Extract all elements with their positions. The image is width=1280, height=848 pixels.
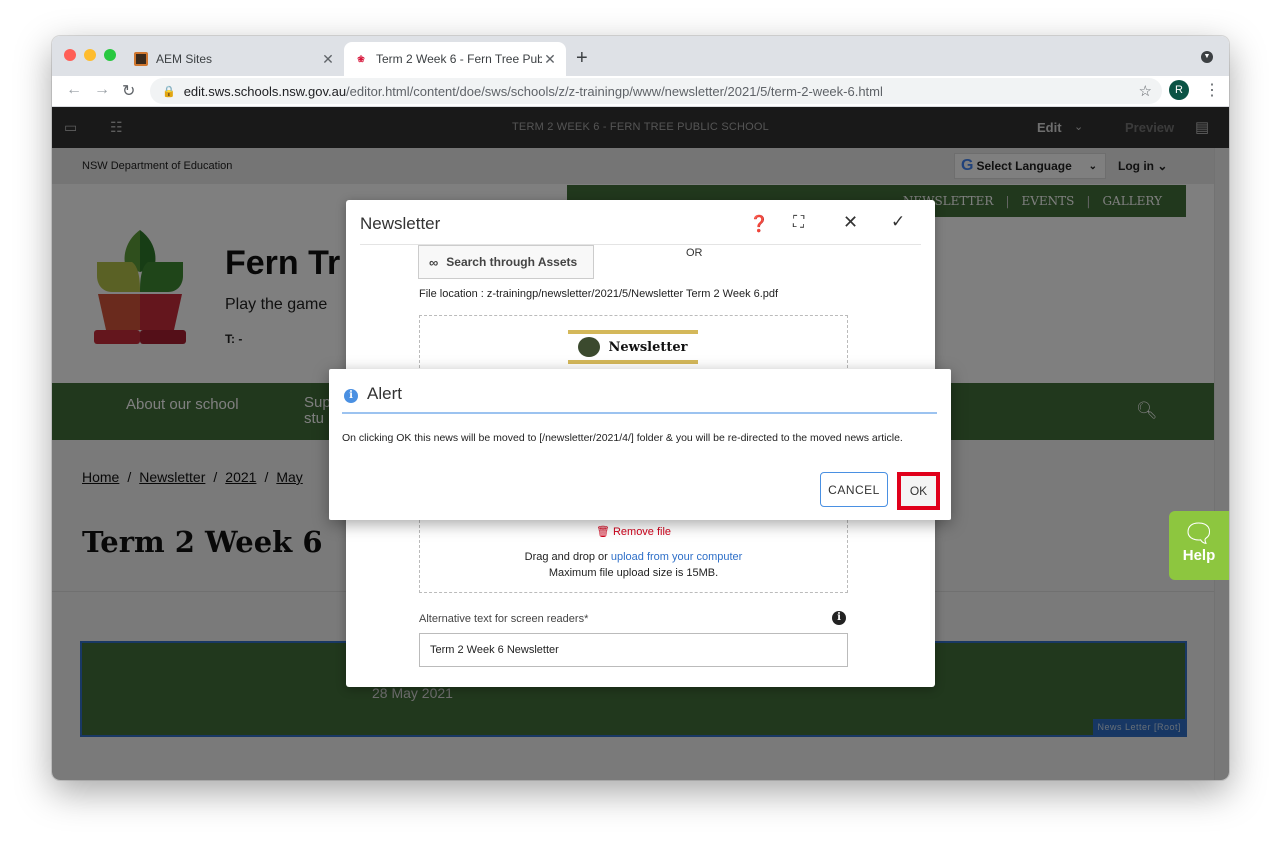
- browser-window: AEM Sites ✕ ❀ Term 2 Week 6 - Fern Tree …: [52, 36, 1229, 780]
- alert-dialog: i Alert On clicking OK this news will be…: [329, 369, 951, 520]
- tab-term-2-week-6[interactable]: ❀ Term 2 Week 6 - Fern Tree Pub ✕: [344, 42, 566, 76]
- tab-search-icon[interactable]: ▼: [1201, 51, 1213, 63]
- browser-menu-icon[interactable]: ⋮: [1204, 80, 1220, 100]
- aem-favicon-icon: [134, 52, 148, 66]
- info-icon: i: [344, 389, 358, 403]
- alert-message: On clicking OK this news will be moved t…: [342, 432, 903, 444]
- divider: [342, 412, 937, 414]
- tab-title: Term 2 Week 6 - Fern Tree Pub: [376, 52, 542, 66]
- lock-icon: 🔒: [162, 85, 176, 98]
- nsw-favicon-icon: ❀: [354, 52, 368, 66]
- profile-avatar[interactable]: R: [1169, 80, 1189, 100]
- back-icon[interactable]: ←: [66, 81, 82, 99]
- tab-aem-sites[interactable]: AEM Sites ✕: [124, 42, 344, 76]
- url-path: /editor.html/content/doe/sws/schools/z/z…: [346, 83, 883, 99]
- forward-icon[interactable]: →: [94, 81, 110, 99]
- new-tab-button[interactable]: +: [576, 47, 588, 70]
- page-content: ▭ ☷ TERM 2 WEEK 6 - FERN TREE PUBLIC SCH…: [52, 107, 1229, 780]
- alert-title: Alert: [367, 384, 402, 403]
- url-host: edit.sws.schools.nsw.gov.au: [183, 83, 347, 99]
- address-bar[interactable]: 🔒 edit.sws.schools.nsw.gov.au/editor.htm…: [150, 78, 1162, 104]
- help-label: Help: [1182, 547, 1216, 564]
- close-tab-icon[interactable]: ✕: [542, 51, 558, 68]
- reload-icon[interactable]: ↻: [122, 81, 135, 101]
- cancel-button[interactable]: CANCEL: [820, 472, 888, 507]
- close-tab-icon[interactable]: ✕: [320, 51, 336, 68]
- help-button[interactable]: 🗨 Help: [1169, 511, 1229, 580]
- zoom-window-button[interactable]: [104, 49, 116, 61]
- minimize-window-button[interactable]: [84, 49, 96, 61]
- tab-strip: AEM Sites ✕ ❀ Term 2 Week 6 - Fern Tree …: [52, 36, 1229, 76]
- close-window-button[interactable]: [64, 49, 76, 61]
- browser-toolbar: ← → ↻ 🔒 edit.sws.schools.nsw.gov.au/edit…: [52, 76, 1229, 107]
- bookmark-star-icon[interactable]: ☆: [1139, 82, 1152, 100]
- ok-button[interactable]: OK: [897, 472, 940, 510]
- chat-bubble-icon: 🗨: [1182, 518, 1216, 548]
- tab-title: AEM Sites: [156, 52, 213, 66]
